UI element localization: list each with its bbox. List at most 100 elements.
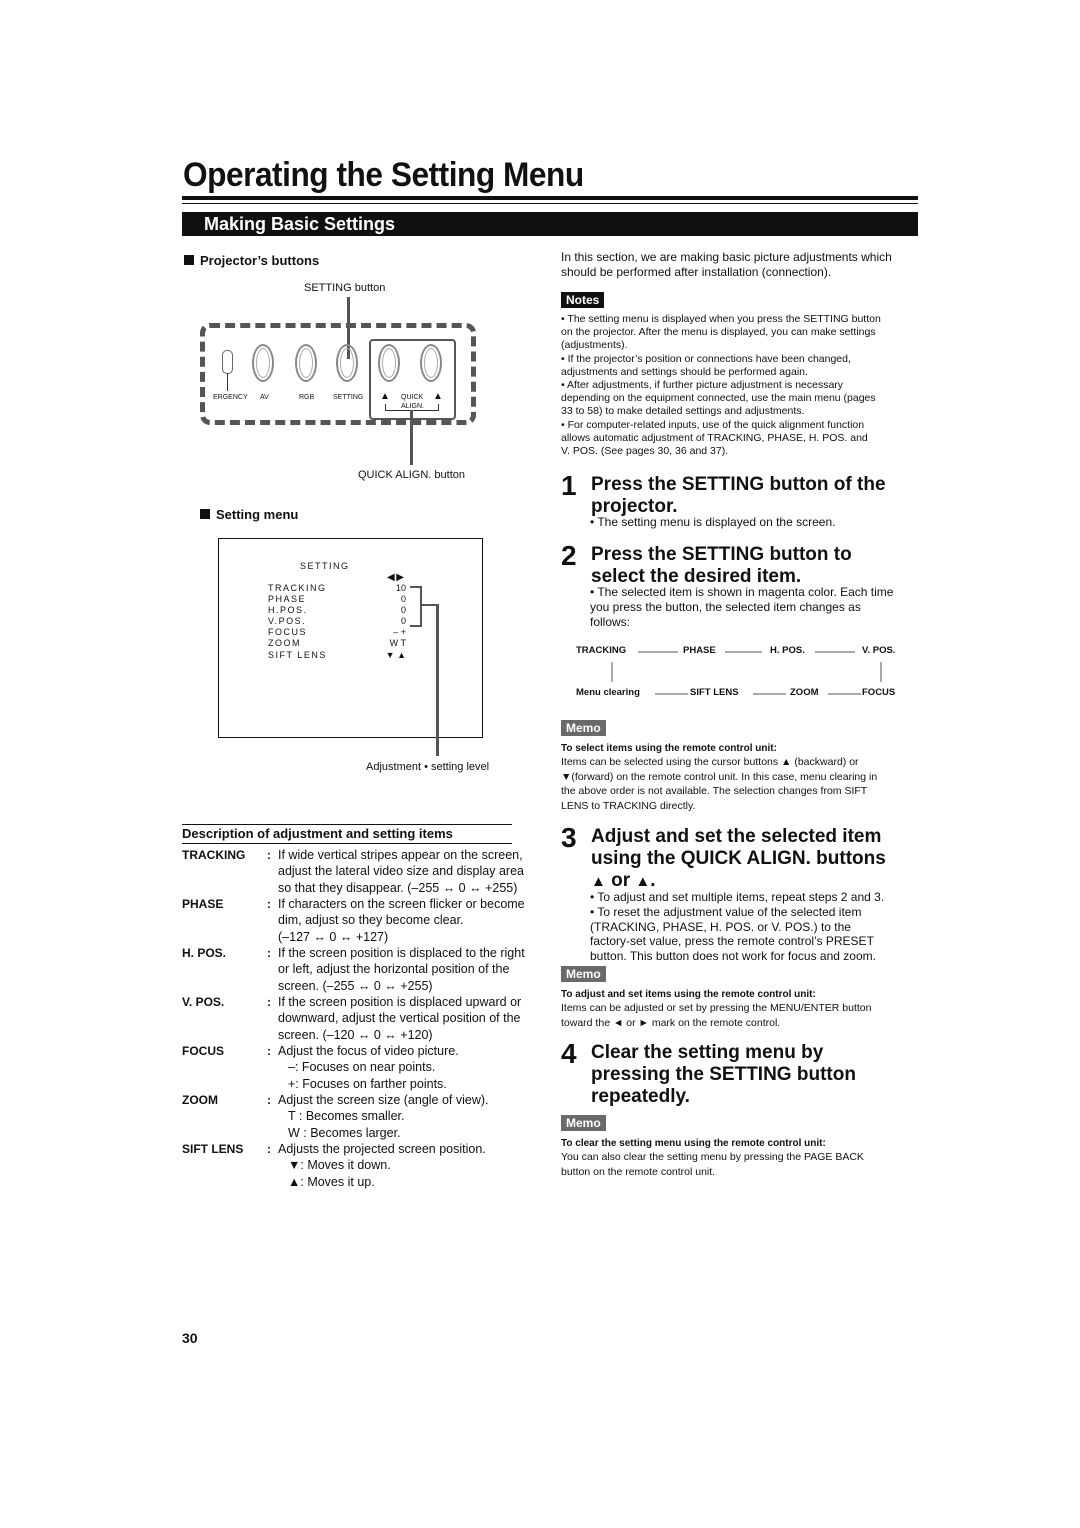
flow-item: FOCUS (862, 687, 896, 698)
heading-text: Setting menu (216, 507, 299, 522)
square-bullet-icon (184, 255, 194, 265)
quick-align-callout-line (410, 410, 413, 465)
right-arrow-icon (815, 651, 855, 653)
quick-align-plus-button[interactable] (420, 344, 442, 382)
memo-line: ▼(forward) on the remote control unit. I… (561, 770, 878, 783)
description-colon: : (267, 995, 271, 1009)
label-av: AV (260, 394, 269, 401)
description-line: screen. (–255 ↔ 0 ↔ +255) (278, 978, 433, 993)
memo-line: the above order is not available. The se… (561, 785, 868, 797)
label-setting: SETTING (333, 394, 364, 401)
title-rule (182, 196, 918, 200)
memo-heading: To clear the setting menu using the remo… (561, 1138, 826, 1149)
note-line: • For computer-related inputs, use of th… (561, 418, 865, 431)
description-term: FOCUS (182, 1044, 224, 1058)
description-line: so that they disappear. (–255 ↔ 0 ↔ +255… (278, 880, 518, 895)
description-line: screen. (–120 ↔ 0 ↔ +120) (278, 1027, 433, 1042)
value-bracket (410, 586, 422, 627)
note-line: • If the projector’s position or connect… (561, 352, 851, 365)
flow-item: V. POS. (862, 645, 896, 656)
down-arrow-icon (880, 662, 882, 682)
flow-item: PHASE (683, 645, 716, 656)
description-line: T : Becomes smaller. (288, 1109, 405, 1124)
step-title-line: using the QUICK ALIGN. buttons (591, 848, 886, 869)
step-title-line: repeatedly. (591, 1086, 690, 1107)
right-arrow-icon (725, 651, 762, 653)
description-term: V. POS. (182, 995, 225, 1009)
menu-item-value: ▼ ▲ (385, 650, 406, 660)
note-line: • The setting menu is displayed when you… (561, 313, 881, 325)
right-arrow-icon (638, 651, 678, 653)
step-bullet: factory-set value, press the remote cont… (590, 934, 874, 949)
notes-badge: Notes (561, 292, 605, 308)
note-line: depending on the equipment connected, us… (561, 392, 876, 405)
note-line: allows automatic adjustment of TRACKING,… (561, 431, 868, 444)
description-line: downward, adjust the vertical position o… (278, 1011, 521, 1026)
memo-heading: To adjust and set items using the remote… (561, 989, 816, 1000)
description-colon: : (267, 1142, 271, 1156)
left-arrow-icon (655, 693, 688, 695)
note-line: (adjustments). (561, 339, 628, 352)
description-colon: : (267, 848, 271, 862)
section-title: Making Basic Settings (204, 214, 396, 234)
step-bullet: • The setting menu is displayed on the s… (590, 515, 836, 529)
setting-button[interactable] (336, 344, 358, 382)
menu-item-value: 10 (395, 583, 406, 593)
description-term: H. POS. (182, 946, 227, 960)
description-line: Adjust the focus of video picture. (278, 1044, 459, 1058)
flow-item: SIFT LENS (690, 687, 739, 698)
label-emergency: ERGENCY (213, 394, 248, 401)
setting-menu-screen (218, 538, 483, 738)
description-line: (–127 ↔ 0 ↔ +127) (278, 929, 389, 944)
memo-line: Items can be selected using the cursor b… (561, 756, 859, 768)
note-line: V. POS. (See pages 30, 36 and 37). (561, 445, 729, 457)
intro-line: should be performed after installation (… (561, 265, 832, 279)
title-rule-thin (182, 203, 918, 204)
left-right-arrows-icon: ◀▶ (387, 572, 406, 583)
page-number: 30 (182, 1330, 198, 1346)
note-line: on the projector. After the menu is disp… (561, 326, 876, 339)
description-line: If the screen position is displaced upwa… (278, 995, 522, 1009)
description-line: Adjusts the projected screen position. (278, 1142, 486, 1156)
description-colon: : (267, 897, 271, 911)
rgb-button[interactable] (295, 344, 317, 382)
menu-item-label: V.POS. (268, 616, 307, 626)
memo-badge: Memo (561, 966, 606, 982)
description-heading: Description of adjustment and setting it… (182, 824, 512, 844)
description-colon: : (267, 946, 271, 960)
memo-line: LENS to TRACKING directly. (561, 799, 696, 812)
emergency-line (227, 373, 228, 391)
step-number: 4 (561, 1038, 577, 1069)
step-bullet: follows: (590, 614, 631, 629)
quick-align-minus-button[interactable] (378, 344, 400, 382)
menu-item-label: SIFT LENS (268, 650, 327, 660)
triangle-plus-icon: ▲ (433, 391, 443, 402)
step-title-line: Clear the setting menu by (591, 1042, 824, 1063)
memo-line: You can also clear the setting menu by p… (561, 1151, 864, 1163)
note-line: • After adjustments, if further picture … (561, 379, 844, 391)
triangle-plus-icon: ▲ (591, 873, 606, 890)
menu-item-label: ZOOM (268, 638, 301, 648)
note-line: adjustments and settings should be perfo… (561, 365, 808, 378)
triangle-minus-icon: ▲ (635, 873, 651, 890)
left-arrow-icon (828, 693, 861, 695)
memo-heading: To select items using the remote control… (561, 743, 777, 754)
flow-item: H. POS. (770, 645, 805, 656)
description-term: ZOOM (182, 1093, 218, 1107)
projector-buttons-heading: Projector’s buttons (184, 253, 319, 268)
av-button[interactable] (252, 344, 274, 382)
step-bullet: button. This button does not work for fo… (590, 949, 876, 964)
step-title-line: Adjust and set the selected item (591, 826, 882, 847)
description-line: dim, adjust so they become clear. (278, 913, 464, 928)
step-bullet: • To reset the adjustment value of the s… (590, 904, 862, 919)
setting-button-callout: SETTING button (304, 282, 386, 294)
menu-item-value: 0 (400, 594, 406, 604)
memo-badge: Memo (561, 1115, 606, 1131)
menu-item-label: PHASE (268, 594, 307, 604)
step-bullet: you press the button, the selected item … (590, 599, 861, 614)
memo-line: button on the remote control unit. (561, 1165, 716, 1178)
step-bullet: • The selected item is shown in magenta … (590, 585, 894, 599)
step-title-line: Press the SETTING button of the (591, 474, 886, 495)
label-rgb: RGB (299, 394, 315, 401)
description-line: ▼: Moves it down. (288, 1158, 391, 1173)
